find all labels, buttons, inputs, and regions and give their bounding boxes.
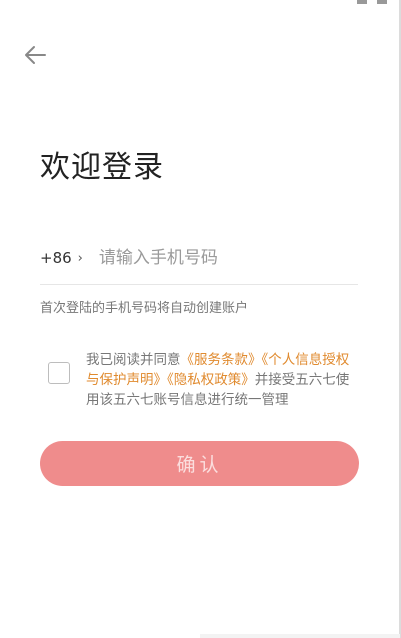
country-code-selector[interactable]: +86 › [40, 249, 83, 267]
agreement-prefix: 我已阅读并同意 [86, 352, 181, 368]
chevron-right-icon: › [77, 250, 83, 266]
confirm-button[interactable]: 确认 [40, 441, 359, 486]
phone-input[interactable] [96, 247, 321, 269]
terms-link[interactable]: 《服务条款》 [181, 352, 262, 368]
agreement-text: 我已阅读并同意《服务条款》《个人信息授权与保护声明》《隐私权政策》并接受五六七使… [86, 350, 360, 410]
battery-icon [377, 0, 387, 4]
status-bar [357, 0, 387, 6]
privacy-policy-link[interactable]: 《隐私权政策》 [167, 372, 255, 388]
back-button[interactable] [22, 42, 48, 68]
arrow-left-icon [25, 46, 46, 64]
agreement-row: 我已阅读并同意《服务条款》《个人信息授权与保护声明》《隐私权政策》并接受五六七使… [48, 350, 360, 410]
auto-create-hint: 首次登陆的手机号码将自动创建账户 [40, 301, 249, 316]
page-title: 欢迎登录 [40, 150, 164, 185]
signal-icon [357, 0, 367, 4]
bottom-handle [200, 634, 400, 638]
phone-row: +86 › [40, 232, 358, 285]
agreement-checkbox[interactable] [48, 362, 70, 384]
country-code-label: +86 [40, 249, 72, 267]
